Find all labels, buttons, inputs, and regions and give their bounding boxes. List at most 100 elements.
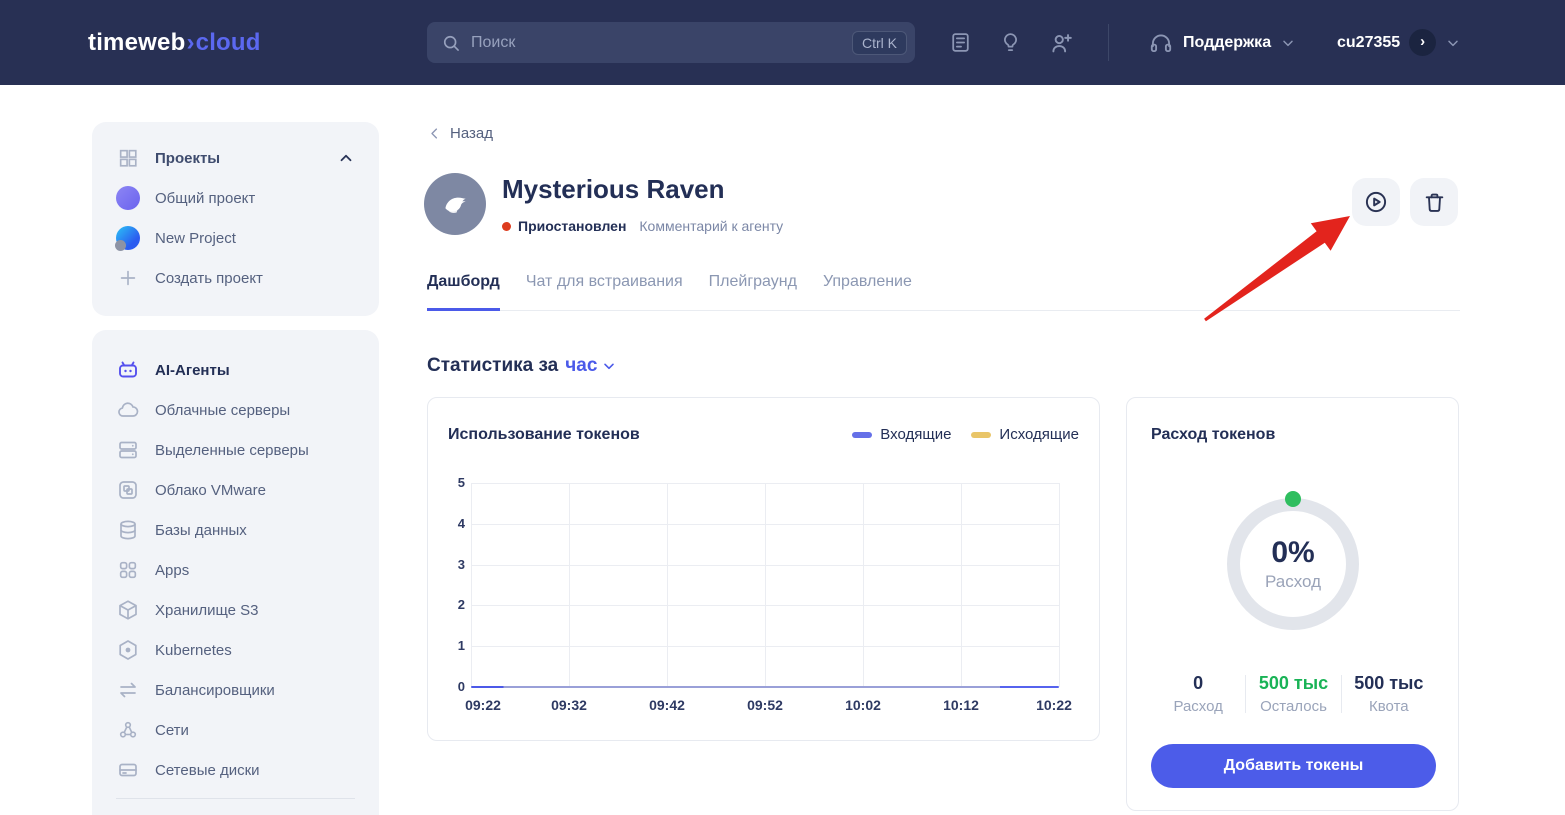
- sidebar-item-apps[interactable]: Apps: [116, 550, 355, 590]
- add-user-icon[interactable]: [1048, 30, 1075, 57]
- token-stats-row: 0 Расход 500 тыс Осталось 500 тыс Квота: [1151, 673, 1436, 715]
- logo[interactable]: timeweb › cloud: [88, 0, 261, 85]
- agent-tabs: Дашборд Чат для встраивания Плейграунд У…: [427, 273, 1460, 311]
- chart-plot-area: [471, 483, 1060, 688]
- gridline: [471, 483, 1059, 484]
- sidebar-item-ai-agents[interactable]: AI-Агенты: [116, 350, 355, 390]
- project-avatar: [116, 186, 140, 210]
- status-badge: Приостановлен: [518, 218, 627, 234]
- database-icon: [116, 518, 140, 542]
- sidebar-item-cloud-servers[interactable]: Облачные серверы: [116, 390, 355, 430]
- legend-swatch-incoming: [852, 431, 873, 438]
- news-icon[interactable]: [948, 30, 973, 55]
- annotation-arrow: [1204, 216, 1350, 322]
- create-project-button[interactable]: Создать проект: [116, 258, 355, 298]
- back-link[interactable]: Назад: [427, 125, 493, 142]
- sidebar-item-label: Сети: [155, 721, 189, 739]
- search-input[interactable]: [471, 33, 852, 52]
- disk-icon: [116, 758, 140, 782]
- tab-embed-chat[interactable]: Чат для встраивания: [526, 273, 683, 311]
- y-tick: 2: [457, 597, 465, 612]
- x-tick: 10:22: [1036, 697, 1072, 713]
- agent-status-row: Приостановлен Комментарий к агенту: [502, 218, 783, 234]
- plus-icon: [116, 266, 140, 290]
- sidebar-item-s3-storage[interactable]: Хранилище S3: [116, 590, 355, 630]
- stat-label: Расход: [1173, 698, 1223, 715]
- gridline: [863, 483, 864, 687]
- navbar-divider: [1108, 24, 1109, 61]
- sidebar-item-balancers[interactable]: Балансировщики: [116, 670, 355, 710]
- delete-agent-button[interactable]: [1410, 178, 1458, 226]
- sidebar-item-network-disks[interactable]: Сетевые диски: [116, 750, 355, 790]
- projects-header[interactable]: Проекты: [116, 138, 355, 178]
- box-icon: [116, 598, 140, 622]
- tab-management[interactable]: Управление: [823, 273, 912, 311]
- donut-center: 0% Расход: [1227, 498, 1359, 630]
- search-box[interactable]: Ctrl K: [427, 22, 915, 63]
- chevron-down-icon: [1280, 35, 1296, 51]
- sidebar-item-label: Базы данных: [155, 521, 247, 539]
- legend-label: Исходящие: [999, 426, 1079, 443]
- lightbulb-icon[interactable]: [998, 30, 1023, 55]
- gridline: [471, 605, 1059, 607]
- tab-dashboard[interactable]: Дашборд: [427, 273, 500, 311]
- logo-part1: timeweb: [88, 28, 186, 56]
- y-tick: 4: [457, 516, 465, 531]
- sidebar-item-label: Apps: [155, 561, 190, 579]
- period-selector[interactable]: час: [565, 355, 617, 377]
- top-navbar: timeweb›cloud Ctrl K Поддержка cu27355 ›: [0, 0, 1565, 85]
- search-shortcut-badge: Ctrl K: [852, 30, 907, 55]
- stat-remaining: 500 тыс Осталось: [1246, 673, 1340, 715]
- search-icon: [441, 33, 461, 53]
- network-icon: [116, 718, 140, 742]
- agent-comment-link[interactable]: Комментарий к агенту: [639, 218, 783, 234]
- sidebar-item-label: Хранилище S3: [155, 601, 259, 619]
- sidebar-item-vmware[interactable]: Облако VMware: [116, 470, 355, 510]
- chevron-down-icon: [1445, 35, 1461, 51]
- chevron-left-icon: [427, 126, 442, 141]
- sidebar-item-label: Выделенные серверы: [155, 441, 309, 459]
- start-agent-button[interactable]: [1352, 178, 1400, 226]
- add-tokens-button[interactable]: Добавить токены: [1151, 744, 1436, 788]
- kubernetes-icon: [116, 638, 140, 662]
- stats-prefix: Статистика за: [427, 355, 559, 376]
- legend-swatch-outgoing: [971, 431, 992, 438]
- account-menu[interactable]: cu27355 ›: [1337, 0, 1461, 85]
- grid-icon: [116, 146, 140, 170]
- headset-icon: [1148, 30, 1174, 56]
- x-tick: 10:02: [845, 697, 881, 713]
- sidebar-item-project-common[interactable]: Общий проект: [116, 178, 355, 218]
- sidebar-item-project-new[interactable]: New Project: [115, 218, 355, 258]
- stat-label: Квота: [1369, 698, 1409, 715]
- gridline: [765, 483, 766, 687]
- status-dot: [502, 221, 511, 231]
- gridline: [471, 564, 1059, 566]
- play-circle-icon: [1363, 189, 1389, 215]
- back-label: Назад: [450, 125, 493, 142]
- sidebar-item-kubernetes[interactable]: Kubernetes: [116, 630, 355, 670]
- sidebar-item-label: Балансировщики: [155, 681, 275, 699]
- sidebar-item-dedicated-servers[interactable]: Выделенные серверы: [116, 430, 355, 470]
- token-usage-chart-card: Использование токенов Входящие Исходящие…: [427, 397, 1100, 741]
- stat-value: 500 тыс: [1258, 673, 1329, 693]
- sidebar-item-databases[interactable]: Базы данных: [116, 510, 355, 550]
- create-project-label: Создать проект: [155, 269, 263, 287]
- support-label: Поддержка: [1183, 33, 1272, 51]
- x-tick: 09:42: [649, 697, 685, 713]
- tab-playground[interactable]: Плейграунд: [709, 273, 797, 311]
- chart-legend: Входящие Исходящие: [852, 426, 1079, 443]
- legend-label: Входящие: [880, 426, 952, 443]
- chevron-down-icon: [601, 358, 617, 374]
- projects-panel: Проекты Общий проект New Project Создать…: [92, 122, 379, 316]
- cloud-icon: [116, 398, 140, 422]
- y-tick: 5: [457, 475, 465, 490]
- legend-item-outgoing: Исходящие: [971, 426, 1079, 443]
- gridline: [471, 483, 472, 687]
- agent-avatar: [424, 173, 486, 235]
- gridline: [960, 483, 962, 687]
- x-tick: 09:32: [551, 697, 587, 713]
- spend-label: Расход: [1264, 572, 1322, 591]
- support-menu[interactable]: Поддержка: [1148, 0, 1296, 85]
- sidebar-item-networks[interactable]: Сети: [116, 710, 355, 750]
- logo-separator: ›: [186, 28, 195, 56]
